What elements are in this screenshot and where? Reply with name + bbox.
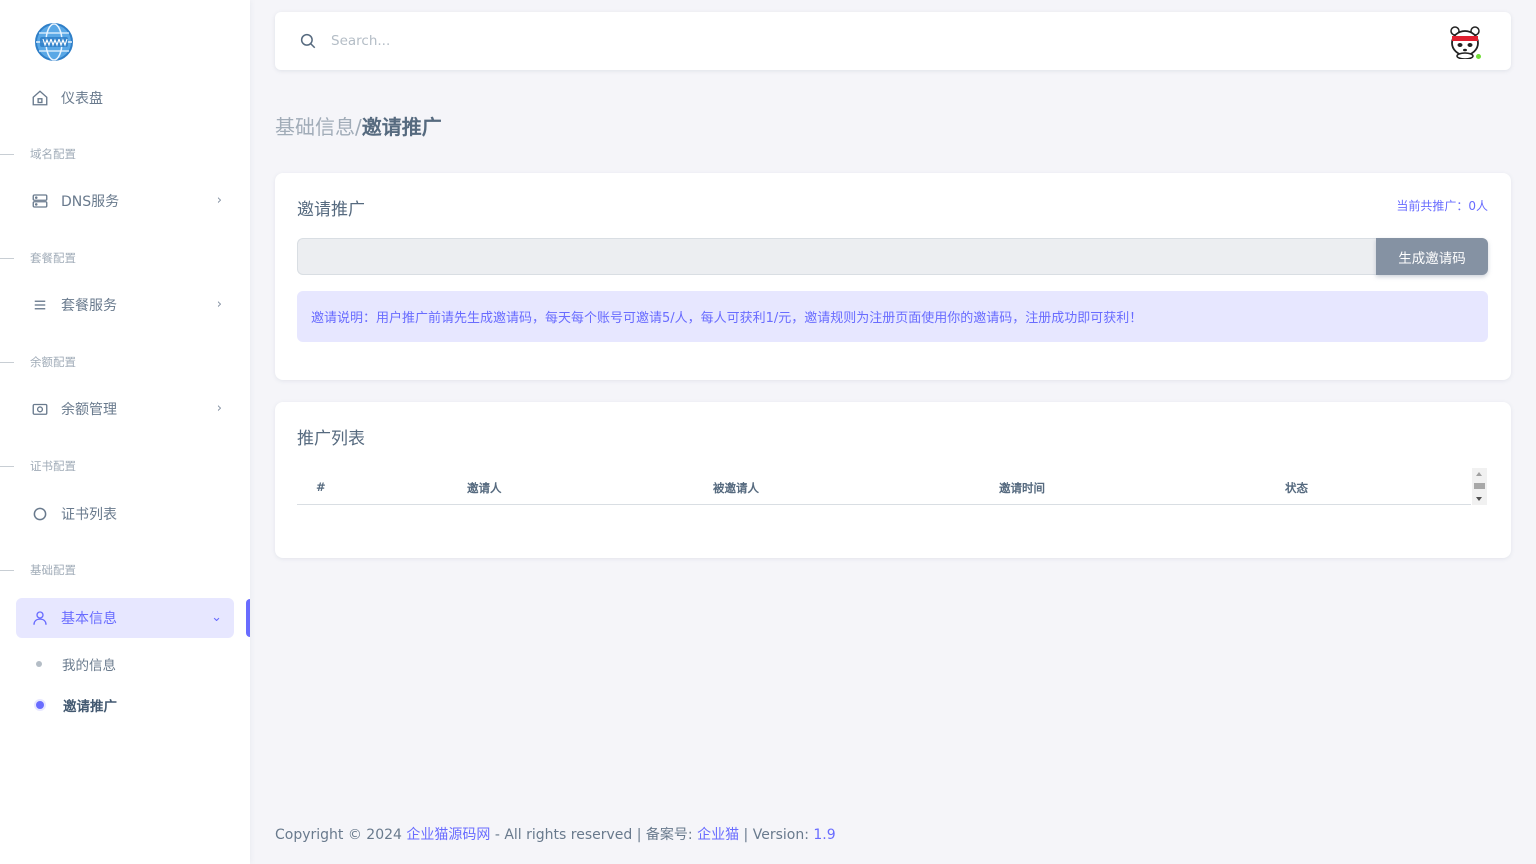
section-header-domain: 域名配置 — [0, 144, 250, 164]
footer-version: 1.9 — [813, 827, 836, 843]
breadcrumb: 基础信息/ 邀请推广 — [275, 111, 442, 140]
globe-logo-icon[interactable] — [34, 22, 74, 62]
page-title: 邀请推广 — [361, 115, 442, 139]
footer-version-label: | Version: — [739, 827, 814, 843]
section-header-package: 套餐配置 — [0, 248, 250, 268]
footer-rights: - All rights reserved | 备案号: — [490, 827, 698, 843]
footer-company-link[interactable]: 企业猫源码网 — [406, 827, 490, 843]
sidebar-item-label: 基本信息 — [61, 611, 117, 627]
scroll-down-icon[interactable] — [1476, 497, 1482, 501]
section-header-cert: 证书配置 — [0, 456, 250, 476]
menu-list-icon — [30, 295, 50, 315]
sidebar-item-label: 仪表盘 — [61, 91, 103, 107]
invite-notice-alert: 邀请说明：用户推广前请先生成邀请码，每天每个账号可邀请5/人，每人可获利1/元，… — [297, 291, 1488, 342]
section-header-basic: 基础配置 — [0, 560, 250, 580]
generate-invite-code-button[interactable]: 生成邀请码 — [1376, 238, 1488, 275]
breadcrumb-parent: 基础信息/ — [275, 115, 362, 139]
invite-count-label: 当前共推广： — [1396, 199, 1469, 213]
online-status-badge — [1474, 52, 1483, 61]
section-label: 余额配置 — [30, 355, 76, 369]
sidebar-item-dashboard[interactable]: 仪表盘 — [16, 78, 234, 118]
promotion-list-card: 推广列表 # 邀请人 被邀请人 邀请时间 状态 — [275, 402, 1511, 558]
subitem-label: 我的信息 — [62, 658, 116, 674]
sidebar-item-label: 余额管理 — [61, 402, 117, 418]
invite-count: 当前共推广：0人 — [1396, 197, 1488, 214]
column-header-inviter: 邀请人 — [467, 481, 502, 495]
chevron-right-icon: › — [216, 297, 222, 312]
column-header-time: 邀请时间 — [999, 481, 1045, 495]
server-icon — [30, 191, 50, 211]
chevron-down-icon: ⌄ — [211, 610, 222, 625]
table-scrollbar[interactable] — [1472, 468, 1487, 505]
section-label: 基础配置 — [30, 563, 76, 577]
sidebar-item-package[interactable]: 套餐服务 › — [16, 285, 234, 325]
user-icon — [30, 608, 50, 628]
subitem-label: 邀请推广 — [63, 699, 117, 715]
active-indicator — [246, 599, 250, 637]
camera-wallet-icon — [30, 399, 50, 419]
sidebar-item-label: 套餐服务 — [61, 298, 117, 314]
bullet-icon — [36, 661, 42, 667]
home-icon — [30, 88, 50, 108]
sidebar-item-label: DNS服务 — [61, 194, 120, 210]
sidebar: 仪表盘 域名配置 DNS服务 › 套餐配置 套餐服务 › 余额配置 余额管理 ›… — [0, 0, 250, 864]
column-header-status: 状态 — [1285, 481, 1308, 495]
sidebar-subitem-my-info[interactable]: 我的信息 — [36, 649, 116, 679]
invite-card: 邀请推广 当前共推广：0人 生成邀请码 邀请说明：用户推广前请先生成邀请码，每天… — [275, 173, 1511, 380]
column-header-invitee: 被邀请人 — [713, 481, 759, 495]
table-header: # 邀请人 被邀请人 邀请时间 状态 — [297, 469, 1471, 505]
search-icon[interactable] — [299, 32, 317, 54]
sidebar-item-balance[interactable]: 余额管理 › — [16, 389, 234, 429]
chevron-right-icon: › — [216, 401, 222, 416]
invite-card-title: 邀请推广 — [297, 200, 365, 220]
column-header-index: # — [316, 480, 326, 494]
sidebar-item-dns[interactable]: DNS服务 › — [16, 181, 234, 221]
footer-icp-link[interactable]: 企业猫 — [697, 827, 739, 843]
invite-count-value: 0人 — [1468, 199, 1488, 213]
section-label: 证书配置 — [30, 459, 76, 473]
sidebar-subitem-invite[interactable]: 邀请推广 — [36, 690, 117, 720]
invite-code-field[interactable] — [297, 238, 1377, 275]
bullet-icon — [36, 701, 44, 709]
circle-icon — [30, 504, 50, 524]
sidebar-item-basic-info[interactable]: 基本信息 ⌄ — [16, 598, 234, 638]
scroll-thumb[interactable] — [1474, 483, 1485, 489]
scroll-up-icon[interactable] — [1476, 472, 1482, 476]
sidebar-item-cert[interactable]: 证书列表 — [16, 494, 234, 534]
footer: Copyright © 2024 企业猫源码网 - All rights res… — [275, 824, 836, 844]
search-input[interactable] — [331, 28, 731, 54]
promotion-list-title: 推广列表 — [297, 429, 365, 449]
section-label: 域名配置 — [30, 147, 76, 161]
section-label: 套餐配置 — [30, 251, 76, 265]
section-header-balance: 余额配置 — [0, 352, 250, 372]
chevron-right-icon: › — [216, 193, 222, 208]
footer-copyright: Copyright © 2024 — [275, 827, 407, 843]
sidebar-item-label: 证书列表 — [61, 507, 117, 523]
top-navbar — [275, 12, 1511, 70]
